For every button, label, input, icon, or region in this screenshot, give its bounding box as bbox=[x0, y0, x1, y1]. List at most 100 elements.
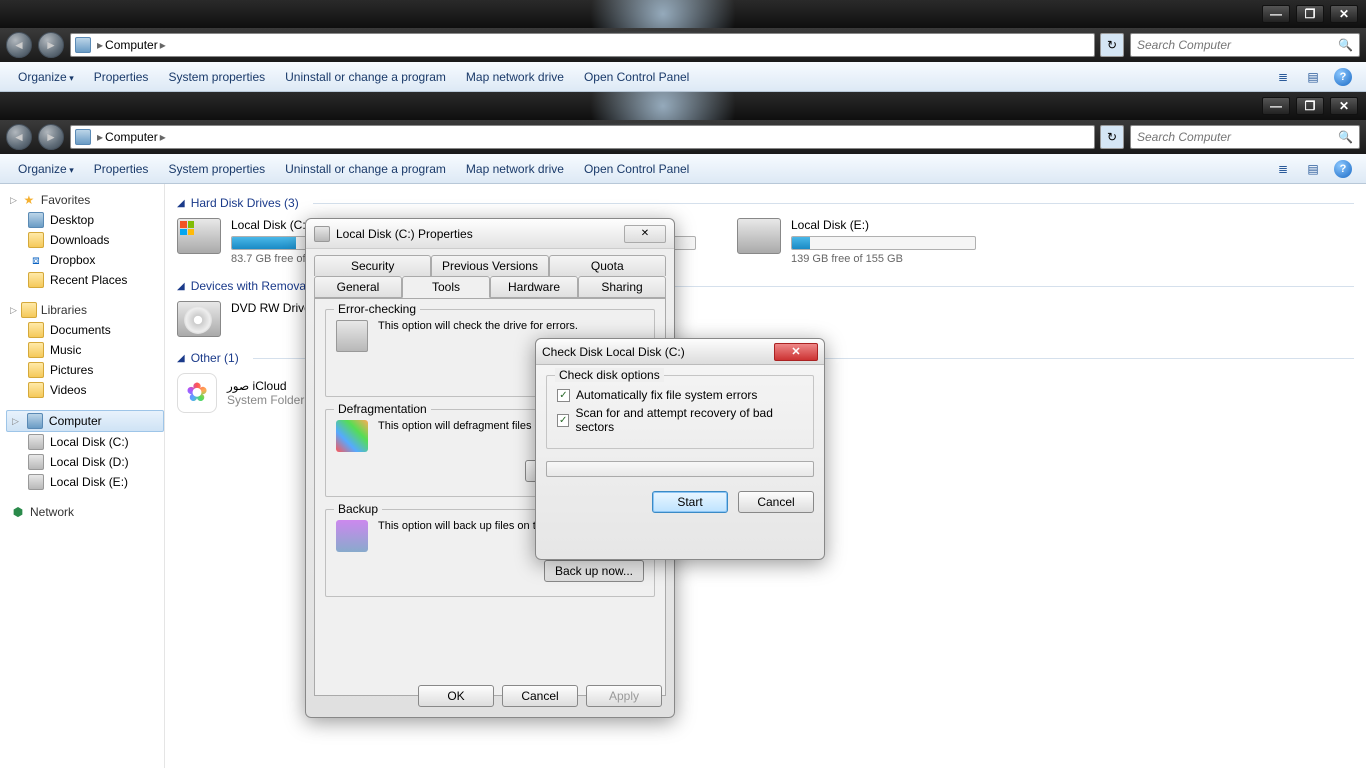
ok-button[interactable]: OK bbox=[418, 685, 494, 707]
tab-tools[interactable]: Tools bbox=[402, 276, 490, 298]
nav-forward-button[interactable]: ► bbox=[38, 32, 64, 58]
view-menu-icon[interactable]: ≣ bbox=[1272, 158, 1294, 180]
sidebar-item-disk-d[interactable]: Local Disk (D:) bbox=[6, 452, 164, 472]
minimize-button[interactable]: — bbox=[1262, 5, 1290, 23]
organize-menu[interactable]: Organize bbox=[8, 70, 84, 84]
toolbar-control-panel[interactable]: Open Control Panel bbox=[574, 70, 699, 84]
maximize-button[interactable]: ❐ bbox=[1296, 97, 1324, 115]
nav-back-button[interactable]: ◄ bbox=[6, 32, 32, 58]
nav-forward-button[interactable]: ► bbox=[38, 124, 64, 150]
sidebar-item-disk-c[interactable]: Local Disk (C:) bbox=[6, 432, 164, 452]
toolbar-uninstall[interactable]: Uninstall or change a program bbox=[275, 70, 456, 84]
tab-quota[interactable]: Quota bbox=[549, 255, 666, 276]
sidebar-item-dropbox[interactable]: ⧈Dropbox bbox=[6, 250, 164, 270]
sidebar-computer: ▷Computer Local Disk (C:) Local Disk (D:… bbox=[6, 410, 164, 492]
disk-check-icon bbox=[336, 320, 368, 352]
start-button[interactable]: Start bbox=[652, 491, 728, 513]
toolbar-2: Organize Properties System properties Un… bbox=[0, 154, 1366, 184]
checkbox-scan-bad-sectors[interactable]: ✓ Scan for and attempt recovery of bad s… bbox=[557, 406, 803, 434]
search-box[interactable]: 🔍 bbox=[1130, 33, 1360, 57]
progress-bar bbox=[546, 461, 814, 477]
sidebar-label: Favorites bbox=[41, 193, 90, 207]
sidebar-item-desktop[interactable]: Desktop bbox=[6, 210, 164, 230]
dialog-close-button[interactable]: ✕ bbox=[774, 343, 818, 361]
sidebar-item-computer[interactable]: ▷Computer bbox=[6, 410, 164, 432]
maximize-button[interactable]: ❐ bbox=[1296, 5, 1324, 23]
desktop-icon bbox=[28, 212, 44, 228]
sidebar-item-videos[interactable]: Videos bbox=[6, 380, 164, 400]
help-button[interactable]: ? bbox=[1332, 158, 1354, 180]
cancel-button[interactable]: Cancel bbox=[738, 491, 814, 513]
apply-button[interactable]: Apply bbox=[586, 685, 662, 707]
view-menu-icon[interactable]: ≣ bbox=[1272, 66, 1294, 88]
refresh-button[interactable]: ↻ bbox=[1100, 33, 1124, 57]
section-label: Hard Disk Drives (3) bbox=[191, 196, 299, 210]
sidebar-item-label: Music bbox=[50, 343, 81, 357]
close-button[interactable]: ✕ bbox=[1330, 5, 1358, 23]
tab-security[interactable]: Security bbox=[314, 255, 431, 276]
star-icon: ★ bbox=[21, 192, 37, 208]
sidebar-favorites: ▷★Favorites Desktop Downloads ⧈Dropbox R… bbox=[6, 190, 164, 290]
close-button[interactable]: ✕ bbox=[1330, 97, 1358, 115]
breadcrumb-item[interactable]: Computer bbox=[105, 130, 158, 144]
sidebar-item-documents[interactable]: Documents bbox=[6, 320, 164, 340]
tab-general[interactable]: General bbox=[314, 276, 402, 298]
search-input[interactable] bbox=[1137, 130, 1338, 144]
dialog-body: Check disk options ✓ Automatically fix f… bbox=[536, 365, 824, 523]
tab-hardware[interactable]: Hardware bbox=[490, 276, 578, 298]
sidebar-item-label: Desktop bbox=[50, 213, 94, 227]
computer-icon bbox=[27, 413, 43, 429]
sidebar-item-downloads[interactable]: Downloads bbox=[6, 230, 164, 250]
sidebar-head-libraries[interactable]: ▷Libraries bbox=[6, 300, 164, 320]
other-item-icloud[interactable]: صور iCloud System Folder bbox=[177, 373, 304, 413]
sidebar-head-network[interactable]: ⬢Network bbox=[6, 502, 164, 522]
fieldset-check-options: Check disk options ✓ Automatically fix f… bbox=[546, 375, 814, 449]
section-hdd[interactable]: ◢Hard Disk Drives (3) bbox=[177, 196, 1354, 210]
help-icon: ? bbox=[1334, 160, 1352, 178]
sidebar-item-disk-e[interactable]: Local Disk (E:) bbox=[6, 472, 164, 492]
help-button[interactable]: ? bbox=[1332, 66, 1354, 88]
dialog-title: Check Disk Local Disk (C:) bbox=[542, 345, 774, 359]
section-label: Other (1) bbox=[191, 351, 239, 365]
preview-pane-icon[interactable]: ▤ bbox=[1302, 158, 1324, 180]
drive-e[interactable]: Local Disk (E:) 139 GB free of 155 GB bbox=[737, 218, 977, 265]
cancel-button[interactable]: Cancel bbox=[502, 685, 578, 707]
organize-menu[interactable]: Organize bbox=[8, 162, 84, 176]
toolbar-properties[interactable]: Properties bbox=[84, 162, 159, 176]
sidebar-item-pictures[interactable]: Pictures bbox=[6, 360, 164, 380]
sidebar-item-music[interactable]: Music bbox=[6, 340, 164, 360]
tab-sharing[interactable]: Sharing bbox=[578, 276, 666, 298]
breadcrumb-item[interactable]: Computer bbox=[105, 38, 158, 52]
tab-previous-versions[interactable]: Previous Versions bbox=[431, 255, 548, 276]
toolbar-map-drive[interactable]: Map network drive bbox=[456, 162, 574, 176]
drive-bar-fill bbox=[232, 237, 296, 249]
sidebar-head-favorites[interactable]: ▷★Favorites bbox=[6, 190, 164, 210]
checkbox-fix-errors[interactable]: ✓ Automatically fix file system errors bbox=[557, 388, 803, 402]
toolbar-map-drive[interactable]: Map network drive bbox=[456, 70, 574, 84]
dialog-titlebar[interactable]: Local Disk (C:) Properties ✕ bbox=[306, 219, 674, 249]
dialog-titlebar[interactable]: Check Disk Local Disk (C:) ✕ bbox=[536, 339, 824, 365]
breadcrumb[interactable]: ▸ Computer ▸ bbox=[70, 33, 1095, 57]
toolbar-system-properties[interactable]: System properties bbox=[158, 162, 275, 176]
search-input[interactable] bbox=[1137, 38, 1338, 52]
sidebar-item-label: Pictures bbox=[50, 363, 93, 377]
backup-button[interactable]: Back up now... bbox=[544, 560, 644, 582]
dialog-close-button[interactable]: ✕ bbox=[624, 225, 666, 243]
minimize-button[interactable]: — bbox=[1262, 97, 1290, 115]
checkbox-icon: ✓ bbox=[557, 389, 570, 402]
search-box[interactable]: 🔍 bbox=[1130, 125, 1360, 149]
sidebar-item-label: Downloads bbox=[50, 233, 109, 247]
toolbar-control-panel[interactable]: Open Control Panel bbox=[574, 162, 699, 176]
checkbox-label: Scan for and attempt recovery of bad sec… bbox=[575, 406, 803, 434]
toolbar-system-properties[interactable]: System properties bbox=[158, 70, 275, 84]
disk-icon bbox=[28, 474, 44, 490]
breadcrumb[interactable]: ▸ Computer ▸ bbox=[70, 125, 1095, 149]
refresh-button[interactable]: ↻ bbox=[1100, 125, 1124, 149]
toolbar-properties[interactable]: Properties bbox=[84, 70, 159, 84]
documents-icon bbox=[28, 322, 44, 338]
nav-back-button[interactable]: ◄ bbox=[6, 124, 32, 150]
preview-pane-icon[interactable]: ▤ bbox=[1302, 66, 1324, 88]
toolbar-uninstall[interactable]: Uninstall or change a program bbox=[275, 162, 456, 176]
sidebar-item-recent[interactable]: Recent Places bbox=[6, 270, 164, 290]
music-icon bbox=[28, 342, 44, 358]
